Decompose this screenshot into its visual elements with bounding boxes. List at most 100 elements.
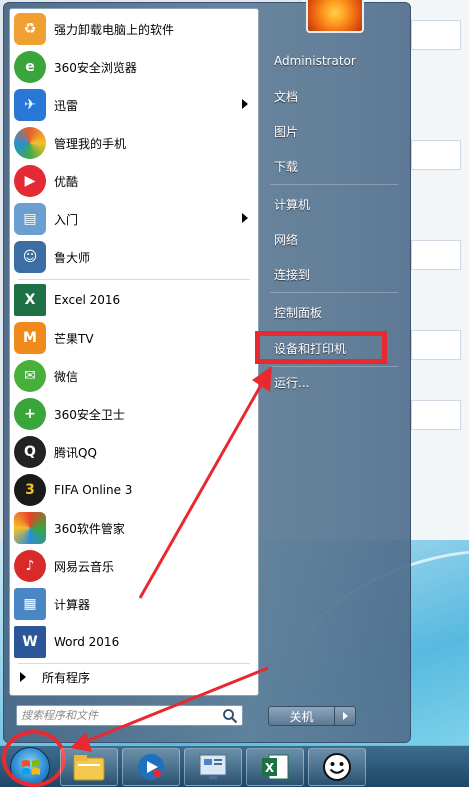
separator	[18, 663, 250, 664]
phone-manager-icon	[14, 127, 46, 159]
software-manager-360-icon	[14, 512, 46, 544]
right-item-label: 网络	[274, 232, 299, 247]
media-player-icon	[138, 754, 164, 780]
browser-360-icon: e	[14, 51, 46, 83]
program-item-youku[interactable]: ▶ 优酷	[10, 162, 258, 200]
program-item-360-software-manager[interactable]: 360软件管家	[10, 509, 258, 547]
right-item-label: 计算机	[274, 197, 311, 212]
safeguard-360-icon: +	[14, 398, 46, 430]
program-item-calculator[interactable]: ▦ 计算器	[10, 585, 258, 623]
right-item-connect-to[interactable]: 连接到	[270, 261, 400, 287]
submenu-arrow-icon	[242, 99, 248, 109]
uninstall-icon: ♻	[14, 13, 46, 45]
smiley-app-icon	[323, 753, 351, 781]
excel-icon: X	[262, 754, 289, 780]
annotation-start-circle	[2, 730, 66, 787]
taskbar-control-panel[interactable]	[184, 748, 242, 786]
annotation-highlight-box	[255, 331, 387, 364]
shutdown-button[interactable]: 关机	[268, 706, 335, 726]
taskbar-smiley-app[interactable]	[308, 748, 366, 786]
program-item-xunlei[interactable]: ✈ 迅雷	[10, 86, 258, 124]
xunlei-icon: ✈	[14, 89, 46, 121]
program-label: 360安全浏览器	[54, 60, 137, 75]
right-item-label: 下载	[274, 159, 299, 174]
program-item-word[interactable]: W Word 2016	[10, 623, 258, 661]
arrow-right-icon	[342, 712, 348, 720]
program-item-wechat[interactable]: ✉ 微信	[10, 357, 258, 395]
user-avatar[interactable]	[306, 0, 364, 33]
taskbar-media-player[interactable]	[122, 748, 180, 786]
file-explorer-icon	[73, 755, 105, 781]
all-programs-label: 所有程序	[42, 670, 91, 685]
svg-text:X: X	[265, 761, 275, 775]
right-item-administrator[interactable]: Administrator	[270, 48, 400, 74]
excel-icon: X	[14, 284, 46, 316]
separator	[270, 366, 398, 367]
program-item-fifa[interactable]: 3 FIFA Online 3	[10, 471, 258, 509]
program-item-360-safeguard[interactable]: + 360安全卫士	[10, 395, 258, 433]
calculator-icon: ▦	[14, 588, 46, 620]
right-item-downloads[interactable]: 下载	[270, 153, 400, 179]
expand-arrow-icon	[20, 672, 26, 682]
submenu-arrow-icon	[242, 213, 248, 223]
right-item-network[interactable]: 网络	[270, 226, 400, 252]
program-label: Excel 2016	[54, 293, 121, 307]
program-item-uninstaller[interactable]: ♻ 强力卸载电脑上的软件	[10, 10, 258, 48]
program-item-excel[interactable]: X Excel 2016	[10, 281, 258, 319]
search-icon[interactable]	[222, 708, 238, 724]
program-label: 360软件管家	[54, 521, 125, 536]
ludashi-icon: ☺	[14, 241, 46, 273]
taskbar-excel[interactable]: X	[246, 748, 304, 786]
program-item-phone-manager[interactable]: 管理我的手机	[10, 124, 258, 162]
program-item-mangotv[interactable]: M 芒果TV	[10, 319, 258, 357]
program-label: 强力卸载电脑上的软件	[54, 22, 175, 37]
start-menu-left-pane: ♻ 强力卸载电脑上的软件 e 360安全浏览器 ✈ 迅雷 管理我的手机 ▶ 优酷…	[9, 8, 259, 696]
right-item-run[interactable]: 运行...	[270, 369, 400, 395]
word-icon: W	[14, 626, 46, 658]
right-item-computer[interactable]: 计算机	[270, 191, 400, 217]
netease-music-icon: ♪	[14, 550, 46, 582]
program-item-getting-started[interactable]: ▤ 入门	[10, 200, 258, 238]
program-label: 迅雷	[54, 98, 79, 113]
search-box[interactable]	[16, 705, 243, 726]
program-label: 计算器	[54, 597, 91, 612]
shutdown-options-button[interactable]	[335, 706, 356, 726]
program-label: 腾讯QQ	[54, 445, 97, 460]
program-label: FIFA Online 3	[54, 483, 133, 497]
right-item-label: 连接到	[274, 267, 311, 282]
program-label: 优酷	[54, 174, 79, 189]
program-label: 鲁大师	[54, 250, 91, 265]
all-programs-button[interactable]: 所有程序	[10, 665, 258, 689]
right-item-label: 图片	[274, 124, 299, 139]
mangotv-icon: M	[14, 322, 46, 354]
right-item-documents[interactable]: 文档	[270, 83, 400, 109]
search-input[interactable]	[21, 706, 221, 725]
fifa-icon: 3	[14, 474, 46, 506]
right-item-pictures[interactable]: 图片	[270, 118, 400, 144]
youku-icon: ▶	[14, 165, 46, 197]
right-item-label: 运行...	[274, 375, 310, 390]
separator	[270, 292, 398, 293]
program-item-ludashi[interactable]: ☺ 鲁大师	[10, 238, 258, 276]
program-label: Word 2016	[54, 635, 120, 649]
right-item-label: 文档	[274, 89, 299, 104]
taskbar-file-explorer[interactable]	[60, 748, 118, 786]
program-item-netease-music[interactable]: ♪ 网易云音乐	[10, 547, 258, 585]
getting-started-icon: ▤	[14, 203, 46, 235]
separator	[270, 184, 398, 185]
qq-icon: Q	[14, 436, 46, 468]
separator	[18, 279, 250, 280]
control-panel-icon	[199, 754, 227, 779]
program-item-qq[interactable]: Q 腾讯QQ	[10, 433, 258, 471]
program-label: 网易云音乐	[54, 559, 115, 574]
program-label: 管理我的手机	[54, 136, 127, 151]
program-item-360-browser[interactable]: e 360安全浏览器	[10, 48, 258, 86]
program-label: 360安全卫士	[54, 407, 125, 422]
program-label: 微信	[54, 369, 79, 384]
wechat-icon: ✉	[14, 360, 46, 392]
right-item-label: 控制面板	[274, 305, 323, 320]
program-label: 入门	[54, 212, 79, 227]
right-item-control-panel[interactable]: 控制面板	[270, 299, 400, 325]
program-label: 芒果TV	[54, 331, 94, 346]
right-item-label: Administrator	[274, 54, 356, 68]
